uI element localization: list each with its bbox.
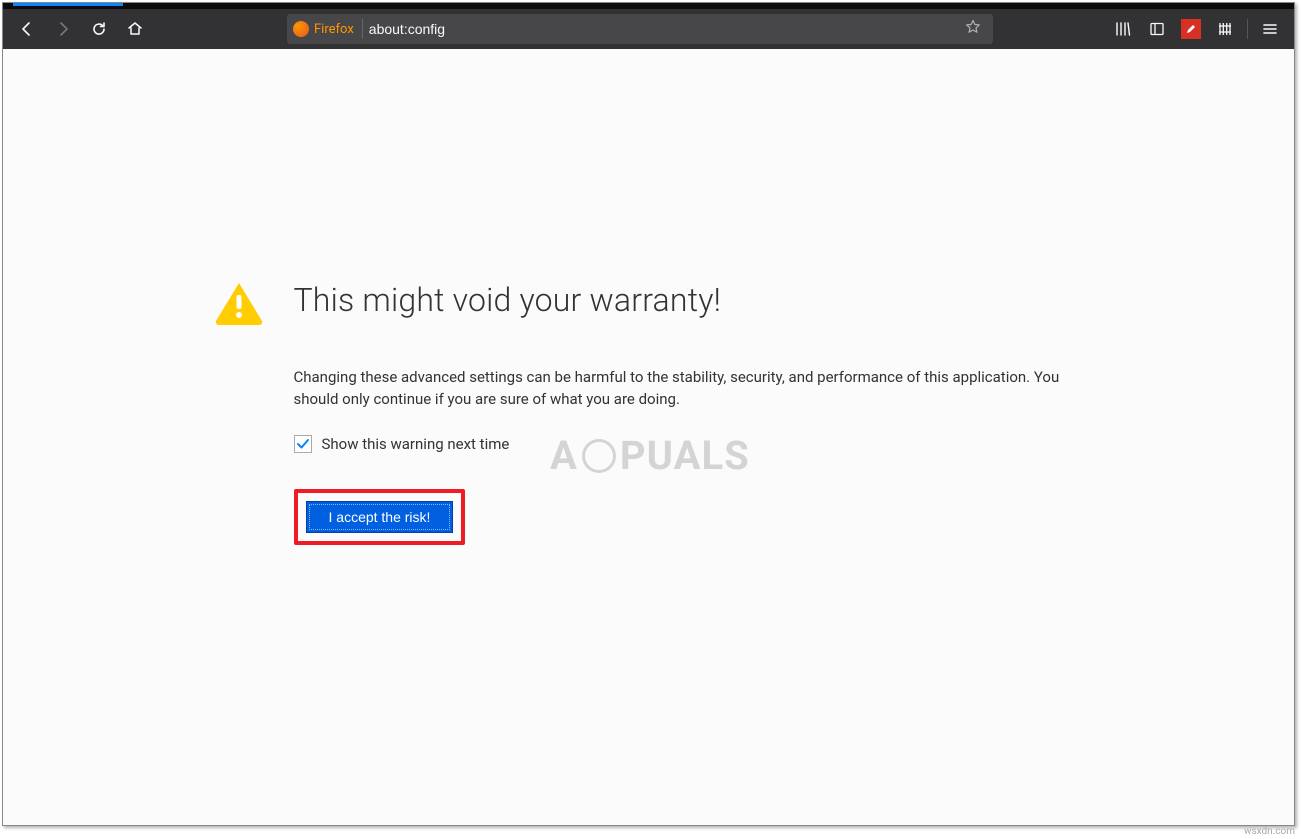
toolbar-right-group [1107,13,1286,45]
warning-icon-column [214,281,264,545]
annotation-highlight: I accept the risk! [294,489,466,545]
address-bar[interactable]: Firefox [287,14,993,44]
show-warning-label: Show this warning next time [322,435,510,453]
checkmark-icon [296,437,310,451]
toolbar-separator [1247,19,1248,39]
accept-risk-button[interactable]: I accept the risk! [306,501,454,533]
browser-window: Firefox [2,2,1295,826]
warning-triangle-icon [214,281,264,325]
show-warning-checkbox-row[interactable]: Show this warning next time [294,435,1084,453]
hamburger-menu-button[interactable] [1254,13,1286,45]
navigation-toolbar: Firefox [3,9,1294,49]
identity-label: Firefox [314,22,354,37]
url-input[interactable] [369,21,953,37]
grid-icon[interactable] [1209,13,1241,45]
page-content: A PUALS This might void your warranty! C… [3,49,1294,825]
warning-text: Changing these advanced settings can be … [294,367,1074,411]
site-identity[interactable]: Firefox [293,19,363,39]
show-warning-checkbox[interactable] [294,435,312,453]
active-tab-indicator [13,3,123,6]
image-attribution: wsxdn.com [1244,826,1295,837]
home-button[interactable] [119,13,151,45]
extension-icon[interactable] [1175,13,1207,45]
warning-body: This might void your warranty! Changing … [294,281,1084,545]
back-button[interactable] [11,13,43,45]
bookmark-star-icon[interactable] [959,19,987,39]
reload-button[interactable] [83,13,115,45]
pencil-icon [1181,19,1201,39]
library-button[interactable] [1107,13,1139,45]
firefox-icon [293,21,309,37]
sidebar-button[interactable] [1141,13,1173,45]
warning-panel: This might void your warranty! Changing … [214,281,1084,545]
forward-button[interactable] [47,13,79,45]
warning-title: This might void your warranty! [294,281,1084,319]
